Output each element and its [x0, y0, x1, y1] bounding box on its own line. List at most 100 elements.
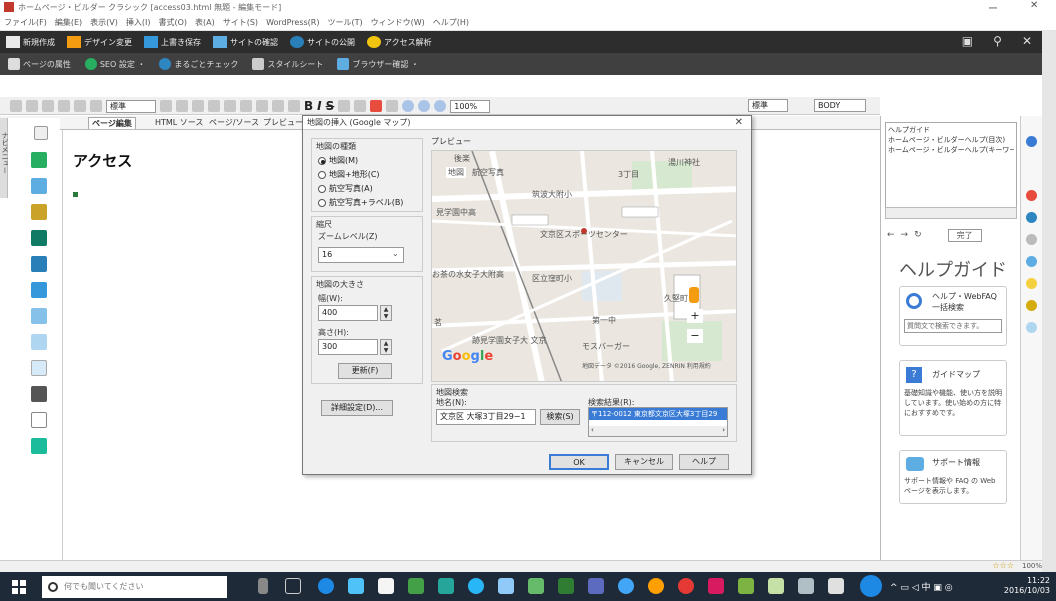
system-tray[interactable]: ^ ▭ ◁ 中 ▣ ◎ — [890, 580, 1010, 596]
indent-icon[interactable] — [240, 100, 252, 112]
std-select[interactable]: 標準 — [748, 99, 788, 112]
page-properties-button[interactable]: ページの属性 — [8, 58, 71, 70]
menu-edit[interactable]: 編集(E) — [55, 17, 82, 28]
close-toolbar-icon[interactable]: ✕ — [1022, 34, 1032, 48]
site-publish-button[interactable]: サイトの公開 — [290, 36, 355, 48]
numbered-list-icon[interactable] — [224, 100, 236, 112]
menu-file[interactable]: ファイル(F) — [4, 17, 47, 28]
menu-window[interactable]: ウィンドウ(W) — [371, 17, 425, 28]
zoom-in-map-icon[interactable]: + — [687, 309, 703, 323]
font-size-down-icon[interactable] — [354, 100, 367, 112]
map-tab-map[interactable]: 地図 — [446, 167, 466, 178]
menu-view[interactable]: 表示(V) — [90, 17, 118, 28]
bold-button[interactable]: B — [304, 99, 313, 113]
minimize-button[interactable]: ー — [988, 0, 998, 15]
seo-settings-button[interactable]: SEO 設定 ・ — [84, 58, 145, 70]
homepage-builder-icon[interactable] — [708, 578, 724, 594]
help-taskbar-icon[interactable] — [860, 575, 882, 597]
app-pale-icon[interactable] — [768, 578, 784, 594]
ok-button[interactable]: OK — [549, 454, 609, 470]
code-icon[interactable] — [1026, 322, 1037, 333]
pegman-icon[interactable] — [689, 287, 699, 303]
font-size-up-icon[interactable] — [338, 100, 351, 112]
page-heading[interactable]: アクセス — [73, 150, 132, 171]
tree-item-contents[interactable]: ホームページ・ビルダーヘルプ(目次) — [888, 135, 1014, 145]
info-icon[interactable] — [1026, 212, 1037, 223]
app-indigo-icon[interactable] — [588, 578, 604, 594]
menu-tools[interactable]: ツール(T) — [327, 17, 362, 28]
menu-help[interactable]: ヘルプ(H) — [433, 17, 469, 28]
users-icon[interactable] — [31, 178, 47, 194]
files-icon[interactable] — [378, 578, 394, 594]
italic-button[interactable]: I — [317, 99, 321, 113]
tree-item-guide[interactable]: ヘルプガイド — [888, 125, 1014, 135]
chrome-icon[interactable] — [678, 578, 694, 594]
search-button[interactable]: 検索(S) — [540, 409, 580, 425]
task-view-icon[interactable] — [285, 578, 301, 594]
result-scrollbar[interactable]: ‹ › — [589, 426, 727, 436]
calendar-icon[interactable] — [31, 438, 47, 454]
guide-map-card[interactable]: ? ガイドマップ 基礎知識や機能、使い方を説明しています。使い始めの方に特におす… — [899, 360, 1007, 436]
support-card[interactable]: サポート情報 サポート情報や FAQ の Web ページを表示します。 — [899, 450, 1007, 504]
height-input[interactable]: 300 — [318, 339, 378, 355]
refresh-icon[interactable]: ↻ — [914, 230, 922, 240]
paste-icon[interactable] — [42, 100, 54, 112]
app-light-icon[interactable] — [498, 578, 514, 594]
forward-icon[interactable]: → — [901, 230, 909, 240]
new-button[interactable]: 新規作成 — [6, 36, 55, 48]
site-check-button[interactable]: サイトの確認 — [213, 36, 278, 48]
ie-icon[interactable] — [468, 578, 484, 594]
browser-check-button[interactable]: ブラウザー確認 ・ — [337, 58, 419, 70]
menu-site[interactable]: サイト(S) — [223, 17, 258, 28]
map-preview[interactable]: 後楽 地図 航空写真 湯川神社 3丁目 筑波大附小 見学園中高 文京区スポーツセ… — [431, 150, 737, 382]
link-icon[interactable] — [90, 100, 102, 112]
layout-icon[interactable]: ▣ — [962, 34, 973, 48]
design-change-button[interactable]: デザイン変更 — [67, 36, 132, 48]
zoom-out-map-icon[interactable]: − — [687, 329, 703, 343]
folder-icon[interactable] — [1026, 278, 1037, 289]
outdent-icon[interactable] — [256, 100, 268, 112]
redo-icon[interactable] — [74, 100, 86, 112]
menu-wordpress[interactable]: WordPress(R) — [266, 18, 319, 27]
cut-icon[interactable] — [10, 100, 22, 112]
list-icon[interactable] — [208, 100, 220, 112]
radio-map-terrain[interactable]: 地図+地形(C) — [318, 169, 380, 180]
help-button[interactable]: ヘルプ — [679, 454, 729, 470]
zoom-select[interactable]: 100% — [450, 99, 491, 113]
chevron-down-icon[interactable]: ⌄ — [392, 249, 399, 258]
tree-item-keywords[interactable]: ホームページ・ビルダーヘルプ(キーワード) — [888, 145, 1014, 155]
close-window-button[interactable]: ✕ — [1030, 0, 1038, 11]
menu-insert[interactable]: 挿入(I) — [126, 17, 151, 28]
zoom-out-icon[interactable] — [418, 100, 431, 112]
document-icon[interactable] — [31, 412, 47, 428]
radio-aerial[interactable]: 航空写真(A) — [318, 183, 373, 194]
height-spinner[interactable]: ▲ ▼ — [380, 339, 392, 355]
taskbar-search[interactable]: 何でも聞いてください — [42, 575, 227, 598]
help-search-input[interactable]: 質問文で検索できます。 — [904, 319, 1002, 333]
full-check-button[interactable]: まるごとチェック — [159, 58, 238, 70]
cancel-button[interactable]: キャンセル — [615, 454, 673, 470]
windows-start-icon[interactable] — [12, 579, 26, 594]
radio-map[interactable]: 地図(M) — [318, 155, 358, 166]
update-button[interactable]: 更新(F) — [338, 363, 392, 379]
people-icon[interactable] — [31, 152, 47, 168]
table-insert-icon[interactable] — [272, 100, 284, 112]
app-green-icon[interactable] — [408, 578, 424, 594]
edge-icon[interactable] — [318, 578, 334, 594]
screen-icon[interactable] — [31, 282, 47, 298]
style-select[interactable]: 標準 — [106, 99, 156, 113]
align-center-icon[interactable] — [176, 100, 188, 112]
detail-settings-button[interactable]: 詳細設定(D)... — [321, 400, 393, 416]
menu-table[interactable]: 表(A) — [195, 17, 215, 28]
font-icon[interactable] — [288, 100, 300, 112]
align-left-icon[interactable] — [160, 100, 172, 112]
image-icon[interactable] — [31, 230, 47, 246]
pin-icon[interactable]: ⚲ — [993, 34, 1002, 48]
bug-icon[interactable] — [1026, 190, 1037, 201]
copy-icon[interactable] — [26, 100, 38, 112]
store-icon[interactable] — [348, 578, 364, 594]
dialog-close-button[interactable]: ✕ — [735, 116, 743, 130]
clock[interactable]: 11:22 2016/10/03 — [1004, 576, 1050, 596]
tab-html-source[interactable]: HTML ソース — [152, 117, 206, 128]
map-tab-aerial[interactable]: 航空写真 — [472, 167, 504, 178]
